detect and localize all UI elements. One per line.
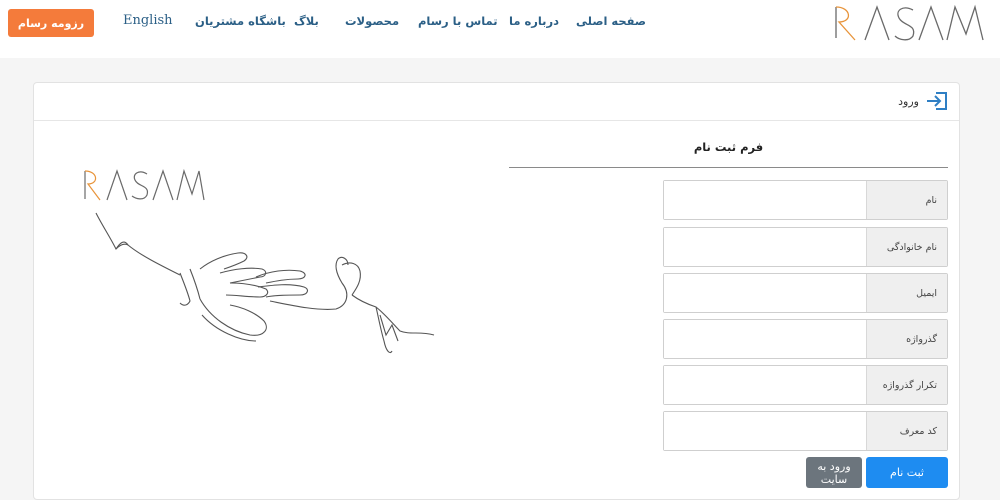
first-name-label: نام bbox=[866, 181, 947, 219]
last-name-field: نام خانوادگی bbox=[663, 227, 948, 267]
rasam-logo[interactable] bbox=[833, 4, 985, 42]
referral-code-input[interactable] bbox=[664, 412, 867, 450]
email-label: ایمیل bbox=[866, 274, 947, 312]
confirm-password-field: تکرار گذرواژه bbox=[663, 365, 948, 405]
register-button[interactable]: ثبت نام bbox=[866, 457, 948, 488]
login-icon bbox=[927, 92, 947, 110]
password-input[interactable] bbox=[664, 320, 867, 358]
last-name-input[interactable] bbox=[664, 228, 867, 266]
nav-link-products[interactable]: محصولات bbox=[345, 14, 399, 28]
last-name-label: نام خانوادگی bbox=[866, 228, 947, 266]
password-label: گذرواژه bbox=[866, 320, 947, 358]
rasam-logo-small bbox=[84, 168, 205, 201]
login-label: ورود bbox=[898, 95, 919, 108]
top-header: رزومه رسام English باشگاه مشتریان بلاگ م… bbox=[0, 0, 1000, 58]
password-field: گذرواژه bbox=[663, 319, 948, 359]
confirm-password-label: تکرار گذرواژه bbox=[866, 366, 947, 404]
nav-link-home[interactable]: صفحه اصلی bbox=[576, 14, 646, 28]
nav-link-about[interactable]: درباره ما bbox=[509, 14, 559, 28]
resume-button[interactable]: رزومه رسام bbox=[8, 9, 94, 37]
first-name-input[interactable] bbox=[664, 181, 867, 219]
handshake-illustration bbox=[84, 168, 435, 354]
email-field: ایمیل bbox=[663, 273, 948, 313]
first-name-field: نام bbox=[663, 180, 948, 220]
confirm-password-input[interactable] bbox=[664, 366, 867, 404]
nav-link-contact[interactable]: تماس با رسام bbox=[418, 14, 498, 28]
nav-link-english[interactable]: English bbox=[123, 13, 173, 28]
email-input[interactable] bbox=[664, 274, 867, 312]
site-login-button[interactable]: ورود به سایت bbox=[806, 457, 862, 488]
nav-link-customer-club[interactable]: باشگاه مشتریان bbox=[195, 14, 286, 28]
referral-code-label: کد معرف bbox=[866, 412, 947, 450]
form-title: فرم ثبت نام bbox=[693, 140, 764, 154]
card-header: ورود bbox=[34, 83, 959, 121]
divider bbox=[509, 167, 948, 168]
referral-code-field: کد معرف bbox=[663, 411, 948, 451]
nav-link-blog[interactable]: بلاگ bbox=[294, 14, 319, 28]
